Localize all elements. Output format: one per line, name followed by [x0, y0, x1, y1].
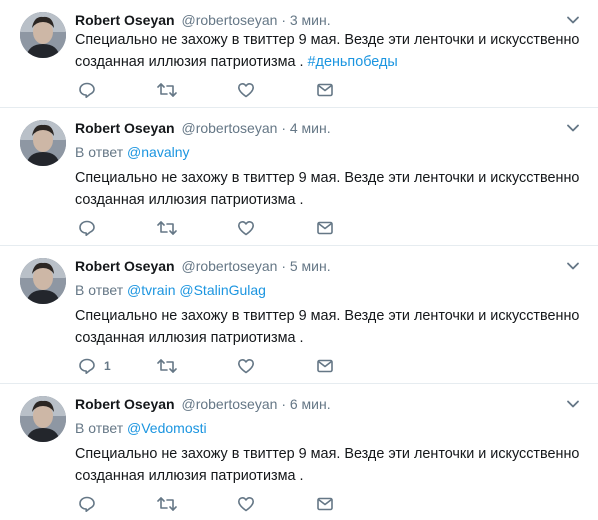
envelope-icon [317, 83, 333, 97]
heart-icon [238, 359, 254, 374]
heart-icon [238, 497, 254, 512]
separator-dot: · [281, 12, 286, 28]
tweet-body: Специально не захожу в твиттер 9 мая. Ве… [75, 446, 580, 484]
like-button[interactable] [237, 218, 255, 238]
tweet-timestamp[interactable]: 3 мин. [290, 12, 331, 28]
mention-link[interactable]: @StalinGulag [179, 282, 266, 298]
tweet-text: Специально не захожу в твиттер 9 мая. Ве… [75, 167, 585, 211]
retweet-button[interactable] [157, 218, 177, 238]
reply-button[interactable] [78, 218, 96, 238]
tweet-timestamp[interactable]: 6 мин. [290, 396, 331, 412]
reply-prefix: В ответ [75, 282, 124, 298]
reply-icon [79, 82, 95, 98]
tweet-actions [75, 80, 345, 100]
retweet-button[interactable] [157, 80, 177, 100]
author-name[interactable]: Robert Oseyan [75, 12, 175, 28]
separator-dot: · [281, 396, 286, 412]
like-button[interactable] [237, 80, 255, 100]
author-name[interactable]: Robert Oseyan [75, 120, 175, 136]
dm-button[interactable] [316, 80, 334, 100]
chevron-down-icon[interactable] [566, 13, 580, 27]
like-button[interactable] [237, 356, 255, 376]
chevron-down-icon[interactable] [566, 259, 580, 273]
reply-context: В ответ @tvrain @StalinGulag [75, 281, 266, 299]
reply-button[interactable]: 1 [78, 356, 111, 376]
tweet[interactable]: Robert Oseyan @robertoseyan · 6 мин. В о… [0, 384, 598, 520]
tweet-header: Robert Oseyan @robertoseyan · 5 мин. [75, 257, 331, 275]
retweet-icon [157, 359, 177, 373]
reply-icon [79, 220, 95, 236]
envelope-icon [317, 359, 333, 373]
avatar[interactable] [20, 120, 66, 166]
mention-link[interactable]: @navalny [127, 144, 189, 160]
reply-icon [79, 496, 95, 512]
reply-button[interactable] [78, 494, 96, 514]
reply-count: 1 [104, 359, 111, 373]
mention-link[interactable]: @Vedomosti [127, 420, 207, 436]
tweet-body: Специально не захожу в твиттер 9 мая. Ве… [75, 308, 580, 346]
retweet-button[interactable] [157, 356, 177, 376]
author-name[interactable]: Robert Oseyan [75, 396, 175, 412]
envelope-icon [317, 497, 333, 511]
reply-context: В ответ @navalny [75, 143, 190, 161]
tweet[interactable]: Robert Oseyan @robertoseyan · 3 мин. Спе… [0, 0, 598, 108]
reply-context: В ответ @Vedomosti [75, 419, 207, 437]
tweet-timestamp[interactable]: 4 мин. [290, 120, 331, 136]
mention-link[interactable]: @tvrain [127, 282, 175, 298]
tweet[interactable]: Robert Oseyan @robertoseyan · 5 мин. В о… [0, 246, 598, 384]
tweet-timestamp[interactable]: 5 мин. [290, 258, 331, 274]
reply-button[interactable] [78, 80, 96, 100]
tweet-actions [75, 218, 345, 238]
tweet-feed: Robert Oseyan @robertoseyan · 3 мин. Спе… [0, 0, 598, 520]
hashtag-link[interactable]: #деньпобеды [308, 54, 398, 70]
retweet-icon [157, 83, 177, 97]
dm-button[interactable] [316, 218, 334, 238]
tweet-text: Специально не захожу в твиттер 9 мая. Ве… [75, 443, 585, 487]
separator-dot: · [281, 258, 286, 274]
reply-prefix: В ответ [75, 420, 124, 436]
retweet-icon [157, 497, 177, 511]
avatar[interactable] [20, 12, 66, 58]
author-handle[interactable]: @robertoseyan [181, 120, 277, 136]
tweet-actions: 1 [75, 356, 345, 376]
avatar[interactable] [20, 396, 66, 442]
retweet-button[interactable] [157, 494, 177, 514]
like-button[interactable] [237, 494, 255, 514]
tweet-header: Robert Oseyan @robertoseyan · 4 мин. [75, 119, 331, 137]
author-handle[interactable]: @robertoseyan [181, 12, 277, 28]
heart-icon [238, 221, 254, 236]
tweet-header: Robert Oseyan @robertoseyan · 6 мин. [75, 395, 331, 413]
tweet-actions [75, 494, 345, 514]
reply-icon [79, 358, 95, 374]
tweet-header: Robert Oseyan @robertoseyan · 3 мин. [75, 11, 331, 29]
chevron-down-icon[interactable] [566, 397, 580, 411]
author-handle[interactable]: @robertoseyan [181, 396, 277, 412]
author-handle[interactable]: @robertoseyan [181, 258, 277, 274]
envelope-icon [317, 221, 333, 235]
dm-button[interactable] [316, 356, 334, 376]
dm-button[interactable] [316, 494, 334, 514]
tweet-body: Специально не захожу в твиттер 9 мая. Ве… [75, 170, 580, 208]
tweet-text: Специально не захожу в твиттер 9 мая. Ве… [75, 305, 585, 349]
tweet-text: Специально не захожу в твиттер 9 мая. Ве… [75, 29, 585, 73]
chevron-down-icon[interactable] [566, 121, 580, 135]
separator-dot: · [281, 120, 286, 136]
heart-icon [238, 83, 254, 98]
tweet[interactable]: Robert Oseyan @robertoseyan · 4 мин. В о… [0, 108, 598, 246]
reply-prefix: В ответ [75, 144, 124, 160]
author-name[interactable]: Robert Oseyan [75, 258, 175, 274]
avatar[interactable] [20, 258, 66, 304]
retweet-icon [157, 221, 177, 235]
